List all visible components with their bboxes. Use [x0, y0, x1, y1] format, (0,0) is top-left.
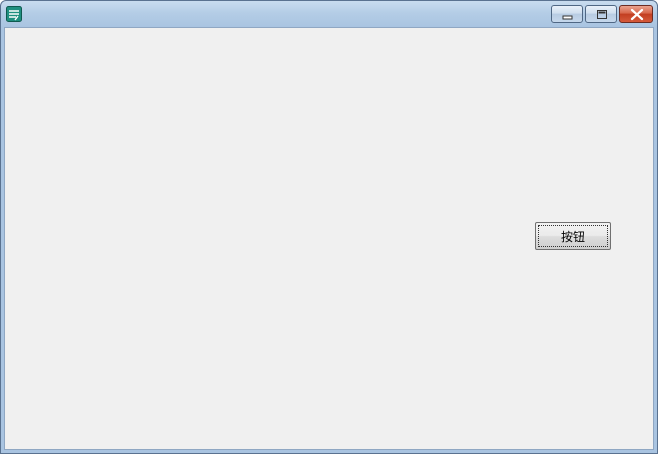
close-button[interactable] — [619, 5, 653, 23]
minimize-icon — [562, 15, 573, 20]
caption-buttons — [549, 5, 653, 25]
client-area: 按钮 — [4, 27, 654, 450]
maximize-icon — [597, 10, 607, 19]
title-bar[interactable] — [1, 1, 657, 27]
app-icon[interactable] — [6, 6, 22, 22]
main-button[interactable]: 按钮 — [535, 222, 611, 250]
minimize-button[interactable] — [551, 5, 583, 23]
app-window: 按钮 — [0, 0, 658, 454]
maximize-button[interactable] — [585, 5, 617, 23]
close-icon — [630, 8, 644, 21]
